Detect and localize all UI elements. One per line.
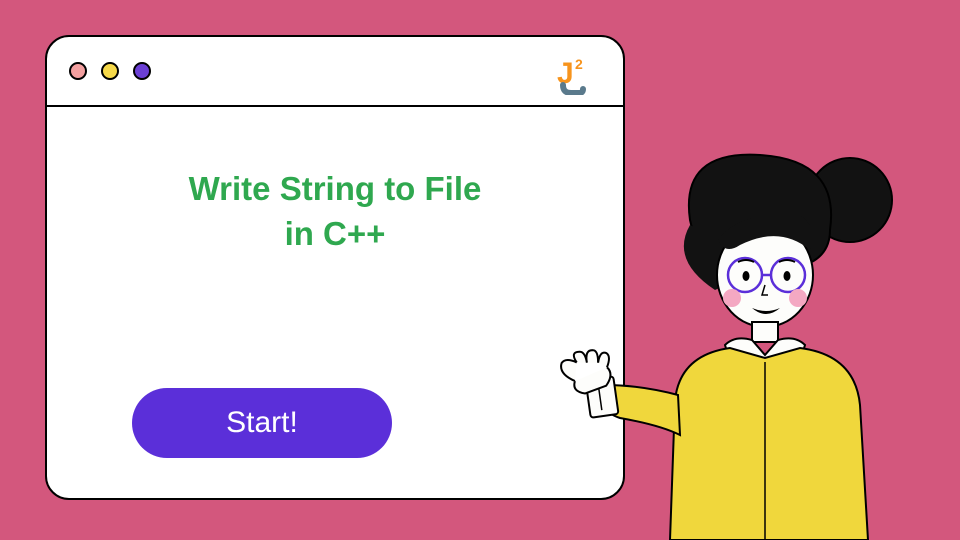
j2-logo-icon: J 2 xyxy=(553,53,595,100)
browser-window: J 2 Write String to File in C++ Start! xyxy=(45,35,625,500)
character-illustration-icon xyxy=(540,140,920,540)
window-content: Write String to File in C++ xyxy=(47,107,623,286)
page-title: Write String to File in C++ xyxy=(77,167,593,256)
svg-text:2: 2 xyxy=(575,56,583,72)
minimize-dot-icon xyxy=(101,62,119,80)
start-button[interactable]: Start! xyxy=(132,388,392,458)
close-dot-icon xyxy=(69,62,87,80)
maximize-dot-icon xyxy=(133,62,151,80)
window-controls xyxy=(69,62,151,80)
heading-line-2: in C++ xyxy=(285,215,386,252)
heading-line-1: Write String to File xyxy=(189,170,482,207)
titlebar: J 2 xyxy=(47,37,623,107)
